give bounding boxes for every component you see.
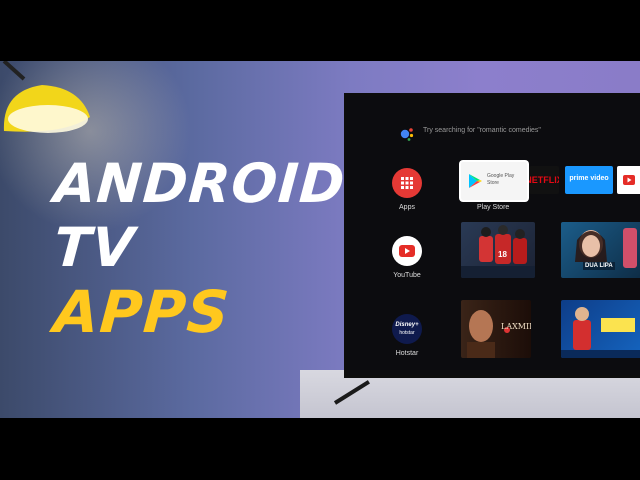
tv-screen: Try searching for "romantic comedies" Ap… (347, 96, 640, 375)
youtube-launcher[interactable]: YouTube (377, 236, 437, 279)
hotstar-label: Hotstar (395, 350, 419, 357)
headline-android: ANDROID (51, 152, 348, 215)
apps-launcher[interactable]: Apps (377, 168, 437, 211)
letterbox-bottom (0, 418, 640, 480)
laxmii-title: LAXMII (501, 322, 531, 331)
headline-apps: APPS (51, 278, 233, 346)
hotstar-launcher[interactable]: Disney+ hotstar Hotstar (377, 314, 437, 357)
netflix-logo: NETFLIX (529, 175, 559, 185)
disney-hotstar-icon: Disney+ hotstar (392, 314, 422, 344)
jersey-number: 18 (498, 250, 507, 259)
apps-label: Apps (399, 204, 415, 211)
play-store-tile-text: Google Play Store (487, 173, 515, 186)
television: Try searching for "romantic comedies" Ap… (344, 93, 640, 378)
youtube-label: YouTube (393, 272, 421, 279)
youtube-tile[interactable] (617, 166, 640, 194)
letterbox-top (0, 0, 640, 61)
prime-video-tile[interactable]: prime video (565, 166, 613, 194)
show-poster-image (561, 307, 640, 358)
youtube-small-icon (623, 175, 635, 185)
google-play-icon (469, 174, 482, 188)
google-assistant-icon (400, 128, 414, 141)
cricket-video-tile[interactable]: 18 (461, 222, 535, 278)
grid-icon (392, 168, 422, 198)
hotstar-logo-text: hotstar (399, 330, 415, 336)
headline-tv: TV (51, 216, 137, 279)
dua-lipa-badge: DUA LIPA (583, 262, 615, 270)
laxmii-movie-tile[interactable]: LAXMII (461, 300, 531, 358)
play-store-tile[interactable]: Google Play Store (461, 162, 527, 200)
netflix-tile[interactable]: NETFLIX (529, 166, 559, 194)
search-hint[interactable]: Try searching for "romantic comedies" (423, 127, 541, 134)
play-store-label: Play Store (477, 204, 510, 211)
room-background: ANDROID TV APPS Try searching for "roman… (0, 61, 640, 418)
prime-video-logo: prime video (569, 175, 609, 182)
hotstar-show-tile[interactable] (561, 300, 640, 358)
disney-logo-text: Disney+ (395, 322, 419, 328)
youtube-icon (392, 236, 422, 266)
dua-lipa-video-tile[interactable]: DUA LIPA (561, 222, 640, 278)
